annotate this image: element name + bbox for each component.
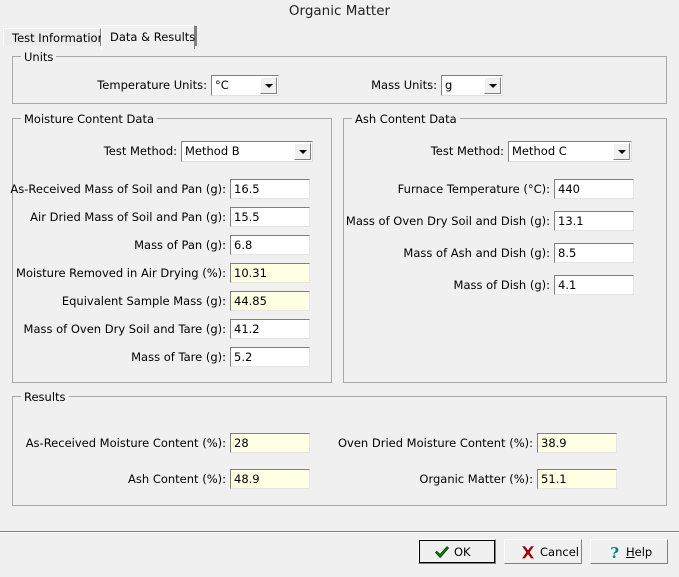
cancel-button-label: Cancel bbox=[540, 541, 579, 564]
mass-units-combo[interactable]: g bbox=[441, 75, 503, 96]
as-received-moisture-content-label: As-Received Moisture Content (%): bbox=[26, 433, 226, 454]
organic-matter-output: 51.1 bbox=[537, 469, 617, 489]
mass-of-tare-label: Mass of Tare (g): bbox=[131, 347, 226, 368]
temperature-units-combo[interactable]: °C bbox=[211, 75, 279, 96]
mass-of-dish-input[interactable]: 4.1 bbox=[554, 275, 634, 295]
tab-data-and-results-label: Data & Results bbox=[110, 30, 195, 44]
tab-panel-data-and-results: Units Temperature Units: °C Mass Units: … bbox=[3, 47, 676, 514]
temperature-units-value: °C bbox=[215, 76, 229, 95]
mass-of-pan-label: Mass of Pan (g): bbox=[134, 235, 226, 256]
chevron-down-icon[interactable] bbox=[260, 77, 277, 94]
check-icon bbox=[434, 545, 450, 560]
as-received-mass-soil-pan-input[interactable]: 16.5 bbox=[230, 179, 310, 199]
ash-test-method-combo[interactable]: Method C bbox=[508, 141, 632, 162]
group-ash-content-data: Ash Content Data Test Method: Method C F… bbox=[343, 118, 667, 383]
mass-ash-dish-input[interactable]: 8.5 bbox=[554, 243, 634, 263]
row-ash-content: Ash Content (%): bbox=[13, 469, 226, 490]
air-dried-mass-soil-pan-input[interactable]: 15.5 bbox=[230, 207, 310, 227]
moisture-removed-air-drying-label: Moisture Removed in Air Drying (%): bbox=[16, 263, 226, 284]
tab-strip: Test Information Data & Results bbox=[3, 25, 676, 47]
ash-content-output: 48.9 bbox=[230, 469, 310, 489]
equivalent-sample-mass-output: 44.85 bbox=[230, 291, 310, 311]
question-mark-icon: ? bbox=[606, 545, 622, 560]
ash-test-method-label: Test Method: bbox=[431, 141, 504, 162]
group-moisture-content-data: Moisture Content Data Test Method: Metho… bbox=[12, 118, 332, 383]
row-mass-of-dish: Mass of Dish (g): bbox=[344, 275, 550, 296]
chevron-down-icon[interactable] bbox=[294, 143, 311, 160]
mass-oven-dry-soil-dish-label: Mass of Oven Dry Soil and Dish (g): bbox=[346, 211, 550, 232]
mass-of-dish-label: Mass of Dish (g): bbox=[454, 275, 550, 296]
row-temperature-units: Temperature Units: bbox=[13, 75, 207, 96]
group-results-title: Results bbox=[21, 390, 69, 404]
ok-button-label: OK bbox=[454, 541, 471, 564]
tab-data-and-results[interactable]: Data & Results bbox=[101, 25, 195, 49]
chevron-down-icon[interactable] bbox=[613, 143, 630, 160]
row-moisture-removed-air-drying: Moisture Removed in Air Drying (%): bbox=[13, 263, 226, 284]
mass-of-pan-input[interactable]: 6.8 bbox=[230, 235, 310, 255]
row-mass-oven-dry-soil-tare: Mass of Oven Dry Soil and Tare (g): bbox=[13, 319, 226, 340]
moisture-test-method-value: Method B bbox=[185, 142, 240, 161]
mass-of-tare-input[interactable]: 5.2 bbox=[230, 347, 310, 367]
as-received-moisture-content-output: 28 bbox=[230, 433, 310, 453]
chevron-down-icon[interactable] bbox=[484, 77, 501, 94]
oven-dried-moisture-content-output: 38.9 bbox=[537, 433, 617, 453]
mass-oven-dry-soil-tare-label: Mass of Oven Dry Soil and Tare (g): bbox=[24, 319, 226, 340]
group-moisture-content-data-title: Moisture Content Data bbox=[21, 112, 157, 126]
row-furnace-temperature: Furnace Temperature (°C): bbox=[344, 179, 550, 200]
close-x-icon bbox=[520, 545, 536, 560]
tab-test-information-label: Test Information bbox=[12, 31, 105, 45]
furnace-temperature-input[interactable]: 440 bbox=[554, 179, 634, 199]
group-units: Units Temperature Units: °C Mass Units: … bbox=[12, 56, 667, 104]
organic-matter-label: Organic Matter (%): bbox=[419, 469, 533, 490]
mass-units-label: Mass Units: bbox=[371, 75, 437, 96]
svg-text:?: ? bbox=[610, 545, 619, 560]
moisture-test-method-label: Test Method: bbox=[104, 141, 177, 162]
ok-button[interactable]: OK bbox=[418, 539, 496, 564]
row-equivalent-sample-mass: Equivalent Sample Mass (g): bbox=[13, 291, 226, 312]
help-button-mnemonic: H bbox=[626, 545, 635, 559]
ash-content-label: Ash Content (%): bbox=[128, 469, 226, 490]
row-air-dried-mass-soil-pan: Air Dried Mass of Soil and Pan (g): bbox=[13, 207, 226, 228]
temperature-units-label: Temperature Units: bbox=[97, 75, 207, 96]
ash-test-method-value: Method C bbox=[512, 142, 567, 161]
row-oven-dried-moisture-content: Oven Dried Moisture Content (%): bbox=[343, 433, 533, 454]
help-button[interactable]: ? Help bbox=[590, 539, 668, 564]
moisture-test-method-combo[interactable]: Method B bbox=[181, 141, 313, 162]
tab-test-information[interactable]: Test Information bbox=[3, 28, 101, 47]
row-as-received-mass-soil-pan: As-Received Mass of Soil and Pan (g): bbox=[13, 179, 226, 200]
row-mass-oven-dry-soil-dish: Mass of Oven Dry Soil and Dish (g): bbox=[344, 211, 550, 232]
ash-test-method-row: Test Method: bbox=[344, 141, 504, 162]
furnace-temperature-label: Furnace Temperature (°C): bbox=[398, 179, 550, 200]
moisture-removed-air-drying-output: 10.31 bbox=[230, 263, 310, 283]
equivalent-sample-mass-label: Equivalent Sample Mass (g): bbox=[62, 291, 226, 312]
row-mass-of-pan: Mass of Pan (g): bbox=[13, 235, 226, 256]
oven-dried-moisture-content-label: Oven Dried Moisture Content (%): bbox=[338, 433, 533, 454]
group-units-title: Units bbox=[21, 50, 56, 64]
dialog-button-bar: OK Cancel ? Help bbox=[0, 534, 679, 577]
row-organic-matter: Organic Matter (%): bbox=[343, 469, 533, 490]
cancel-button[interactable]: Cancel bbox=[504, 539, 582, 564]
as-received-mass-soil-pan-label: As-Received Mass of Soil and Pan (g): bbox=[10, 179, 226, 200]
window-title: Organic Matter bbox=[0, 0, 679, 22]
button-bar-separator bbox=[0, 531, 679, 533]
mass-oven-dry-soil-tare-input[interactable]: 41.2 bbox=[230, 319, 310, 339]
row-as-received-moisture-content: As-Received Moisture Content (%): bbox=[13, 433, 226, 454]
row-mass-ash-dish: Mass of Ash and Dish (g): bbox=[344, 243, 550, 264]
help-button-label: Help bbox=[626, 541, 652, 564]
row-mass-of-tare: Mass of Tare (g): bbox=[13, 347, 226, 368]
mass-ash-dish-label: Mass of Ash and Dish (g): bbox=[403, 243, 550, 264]
help-button-rest: elp bbox=[635, 545, 653, 559]
air-dried-mass-soil-pan-label: Air Dried Mass of Soil and Pan (g): bbox=[30, 207, 226, 228]
row-mass-units: Mass Units: bbox=[303, 75, 437, 96]
group-ash-content-data-title: Ash Content Data bbox=[352, 112, 460, 126]
mass-units-value: g bbox=[445, 76, 452, 95]
group-results: Results As-Received Moisture Content (%)… bbox=[12, 396, 667, 506]
moisture-test-method-row: Test Method: bbox=[13, 141, 177, 162]
mass-oven-dry-soil-dish-input[interactable]: 13.1 bbox=[554, 211, 634, 231]
tab-edge-marker bbox=[195, 26, 197, 47]
